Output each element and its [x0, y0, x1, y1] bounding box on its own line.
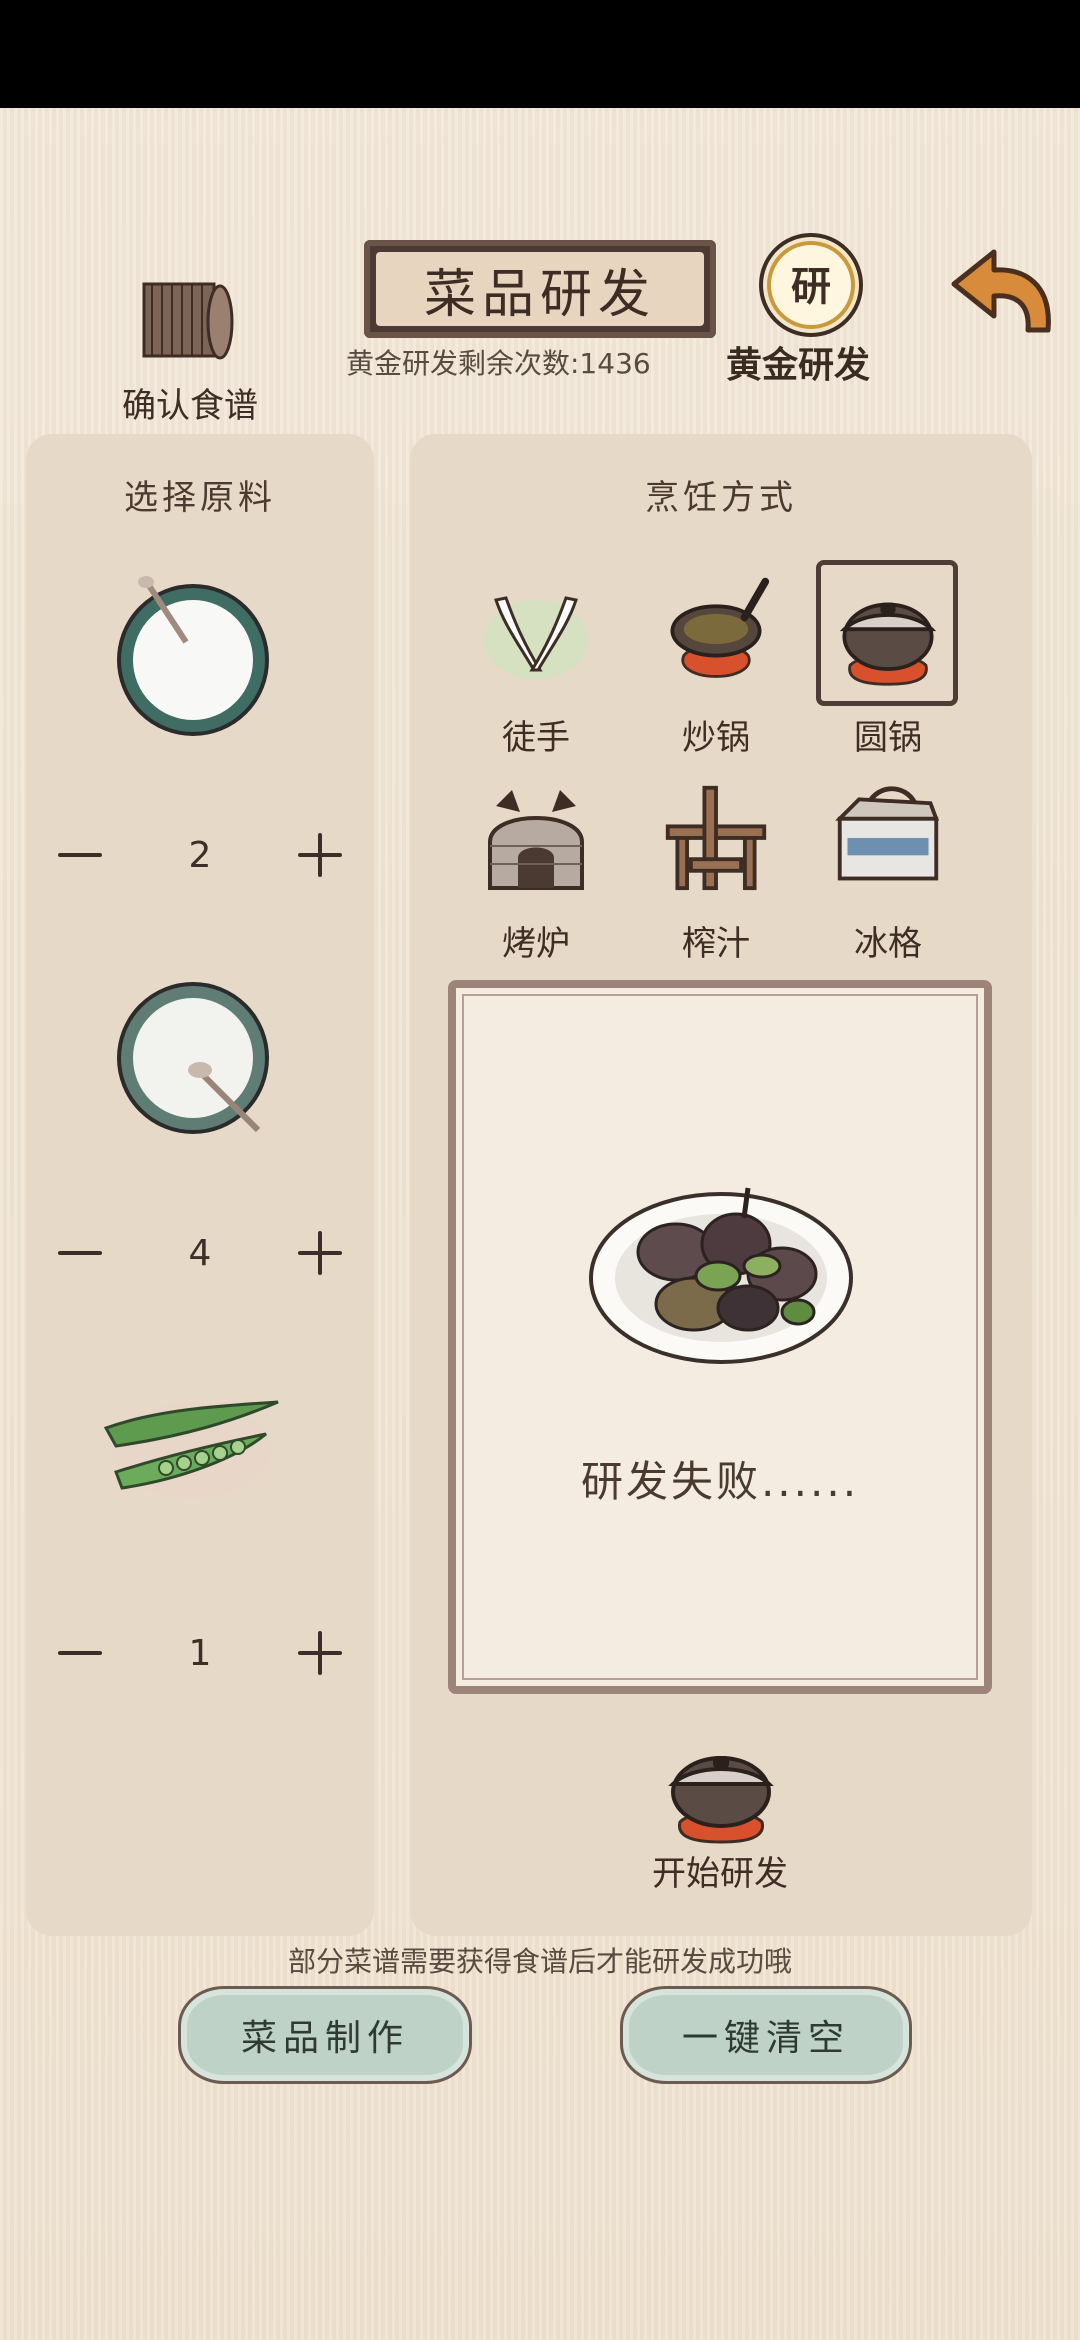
- quantity-value: 4: [188, 1232, 212, 1274]
- decrease-button[interactable]: [50, 1623, 110, 1683]
- cooking-methods-title: 烹饪方式: [645, 478, 797, 518]
- decrease-button[interactable]: [50, 825, 110, 885]
- method-round-pot[interactable]: [828, 578, 948, 692]
- method-oven[interactable]: [476, 786, 596, 900]
- flour-bowl-icon[interactable]: [108, 978, 278, 1148]
- back-arrow-icon[interactable]: [944, 244, 1060, 344]
- method-label[interactable]: 榨汁: [656, 916, 776, 965]
- status-bar: [0, 0, 1080, 108]
- result-message: 研发失败......: [580, 1457, 860, 1506]
- round-pot-icon[interactable]: [656, 1730, 786, 1846]
- gold-research-label[interactable]: 黄金研发: [726, 336, 896, 388]
- quantity-stepper: 4: [50, 1218, 350, 1288]
- svg-text:研: 研: [791, 263, 831, 310]
- method-bare-hands[interactable]: [476, 580, 596, 694]
- quantity-value: 2: [188, 834, 212, 876]
- method-label[interactable]: 圆锅: [828, 710, 948, 759]
- page-title: 菜品研发: [376, 252, 704, 326]
- method-juicer[interactable]: [656, 782, 776, 896]
- start-research-button[interactable]: 开始研发: [620, 1846, 820, 1895]
- oven-icon: [488, 790, 584, 890]
- quantity-stepper: 2: [50, 820, 350, 890]
- method-ice-box[interactable]: [828, 782, 948, 896]
- increase-button[interactable]: [290, 1223, 350, 1283]
- make-dish-button[interactable]: 菜品制作: [178, 1986, 472, 2084]
- wok-icon: [670, 577, 770, 678]
- method-label[interactable]: 烤炉: [476, 916, 596, 965]
- gold-research-emblem-icon[interactable]: 研: [758, 232, 864, 338]
- juicer-icon: [665, 785, 767, 891]
- increase-button[interactable]: [290, 825, 350, 885]
- round-pot-icon: [839, 602, 937, 686]
- failed-dish-icon: [586, 1148, 856, 1368]
- increase-button[interactable]: [290, 1623, 350, 1683]
- gold-research-count: 黄金研发剩余次数:1436: [346, 347, 651, 380]
- confirm-recipe-label[interactable]: 确认食谱: [100, 378, 280, 427]
- decrease-button[interactable]: [50, 1223, 110, 1283]
- quantity-stepper: 1: [50, 1618, 350, 1688]
- ingredients-title: 选择原料: [124, 478, 276, 518]
- ice-box-icon: [835, 786, 940, 881]
- method-label[interactable]: 炒锅: [656, 710, 776, 759]
- hint-text: 部分菜谱需要获得食谱后才能研发成功哦: [287, 1945, 792, 1978]
- quantity-value: 1: [188, 1632, 212, 1674]
- method-wok[interactable]: [656, 574, 776, 688]
- rice-bowl-icon[interactable]: [108, 570, 278, 740]
- clear-all-button[interactable]: 一键清空: [620, 1986, 912, 2084]
- recipe-scroll-icon[interactable]: [138, 274, 236, 366]
- pea-pods-icon[interactable]: [96, 1380, 286, 1550]
- method-label[interactable]: 冰格: [828, 916, 948, 965]
- method-label[interactable]: 徒手: [476, 710, 596, 759]
- bare-hands-icon: [484, 596, 588, 680]
